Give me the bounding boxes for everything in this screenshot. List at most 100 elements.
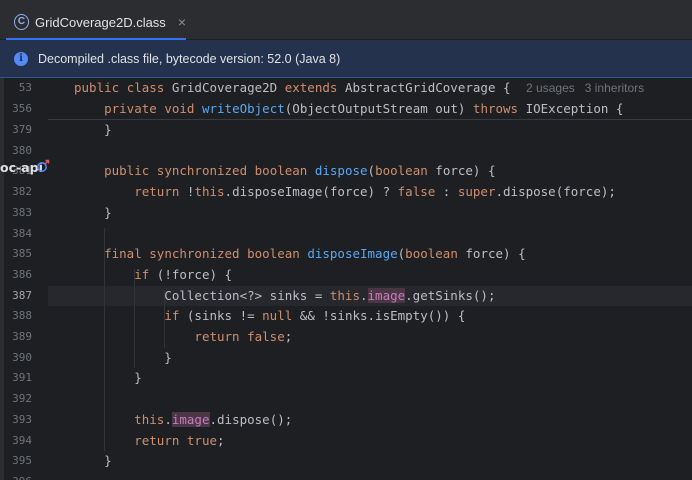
code-token: } <box>74 349 172 365</box>
close-icon[interactable]: × <box>178 15 186 29</box>
line-number: 394 <box>12 433 32 447</box>
line-number: 384 <box>12 226 32 240</box>
code-token: .getSinks(); <box>405 287 496 303</box>
method-name-token: dispose <box>314 163 368 179</box>
code-token: force) { <box>465 246 526 262</box>
code-line[interactable]: } <box>48 203 692 224</box>
code-token: force) { <box>435 163 496 179</box>
code-line[interactable]: final synchronized boolean disposeImage(… <box>48 244 692 265</box>
line-number: 391 <box>12 371 32 385</box>
field-token: image <box>367 287 406 303</box>
code-line[interactable]: return true; <box>48 431 692 452</box>
method-name-token: disposeImage <box>307 246 398 262</box>
line-number: 383 <box>12 205 32 219</box>
line-number: 356 <box>12 101 32 115</box>
keyword-token: boolean <box>247 246 308 262</box>
keyword-token: extends <box>284 80 345 95</box>
code-line[interactable]: return false; <box>48 327 692 348</box>
method-name-token: writeObject <box>201 100 285 116</box>
line-number: 390 <box>12 350 32 364</box>
code-token: AbstractGridCoverage { <box>344 80 519 95</box>
code-token: .dispose(); <box>209 411 293 427</box>
code-line[interactable]: } <box>48 451 692 472</box>
code-line[interactable]: if (!force) { <box>48 265 692 286</box>
keyword-token: null <box>262 308 300 324</box>
keyword-token: this <box>134 411 165 427</box>
keyword-token: boolean <box>254 163 315 179</box>
code-token: .disposeImage(force) ? <box>224 184 398 200</box>
keyword-token: false <box>397 184 443 200</box>
keyword-token: private <box>104 100 165 116</box>
keyword-token: if <box>164 308 187 324</box>
code-token: : <box>442 184 458 200</box>
code-token: .dispose(force); <box>495 184 616 200</box>
keyword-token: super <box>457 184 496 200</box>
code-token: } <box>74 453 112 469</box>
code-line[interactable]: } <box>48 368 692 389</box>
tab-gridcoverage2d[interactable]: C GridCoverage2D.class × <box>6 4 186 40</box>
line-number-gutter: 53 356 379 380 381 382 383 384 385 386 387 388 389 39… <box>0 78 48 480</box>
keyword-token: true <box>186 432 218 448</box>
line-number: 385 <box>12 247 32 261</box>
code-line[interactable]: if (sinks != null && !sinks.isEmpty()) { <box>48 306 692 327</box>
code-line[interactable]: this.image.dispose(); <box>48 410 692 431</box>
keyword-token: return <box>194 329 248 344</box>
code-token: Collection<?> sinks = <box>74 287 330 303</box>
sticky-code-line[interactable]: public class GridCoverage2D extends Abst… <box>48 78 692 99</box>
info-icon: i <box>14 51 28 66</box>
keyword-token: return <box>134 432 187 448</box>
code-token: (sinks != <box>186 308 263 324</box>
code-editor[interactable]: } public synchronized boolean dispose(bo… <box>48 78 692 480</box>
code-line[interactable] <box>48 389 692 410</box>
code-token: . <box>164 411 172 427</box>
line-number: 53 <box>18 81 32 94</box>
code-line[interactable]: } <box>48 348 692 369</box>
line-number: 382 <box>12 185 32 199</box>
usages-hint[interactable]: 2 usages <box>526 81 575 95</box>
code-token: ; <box>284 329 293 344</box>
current-code-line[interactable]: Collection<?> sinks = this.image.getSink… <box>48 285 692 307</box>
code-token: GridCoverage2D <box>171 80 285 95</box>
code-line[interactable] <box>48 224 692 245</box>
code-line[interactable]: public synchronized boolean dispose(bool… <box>48 161 692 182</box>
editor-tab-bar: C GridCoverage2D.class × <box>0 0 692 40</box>
code-token: ( <box>367 163 376 179</box>
code-line[interactable]: return !this.disposeImage(force) ? false… <box>48 182 692 203</box>
line-number: 386 <box>12 267 32 281</box>
override-method-icon[interactable] <box>36 159 50 173</box>
line-number: 395 <box>12 454 32 468</box>
sticky-scroll-header[interactable]: public class GridCoverage2D extends Abst… <box>48 78 692 120</box>
keyword-token: throws <box>472 100 526 116</box>
banner-text: Decompiled .class file, bytecode version… <box>38 51 341 66</box>
keyword-token: final <box>104 246 150 262</box>
decompiled-banner: i Decompiled .class file, bytecode versi… <box>0 40 692 78</box>
keyword-token: this <box>329 287 360 303</box>
code-token: } <box>74 204 112 220</box>
code-token: . <box>359 287 368 303</box>
keyword-token: return <box>134 184 187 200</box>
line-number: 388 <box>12 309 32 323</box>
keyword-token: void <box>164 100 202 116</box>
code-line[interactable]: } <box>48 120 692 141</box>
keyword-token: synchronized <box>156 163 255 179</box>
keyword-token: public <box>104 163 157 179</box>
code-line[interactable] <box>48 472 692 480</box>
line-number: 396 <box>8 472 32 480</box>
code-line[interactable] <box>48 141 692 162</box>
keyword-token: public <box>74 80 127 95</box>
indent-guide <box>104 227 105 452</box>
code-token: } <box>74 370 142 386</box>
sticky-code-line[interactable]: private void writeObject(ObjectOutputStr… <box>48 99 692 120</box>
inheritors-hint[interactable]: 3 inheritors <box>585 81 644 95</box>
indent-guide <box>134 268 135 369</box>
keyword-token: class <box>126 80 172 95</box>
keyword-token: boolean <box>375 163 436 179</box>
line-number: 393 <box>12 412 32 426</box>
code-token: } <box>74 122 112 137</box>
code-token: ; <box>217 432 225 448</box>
